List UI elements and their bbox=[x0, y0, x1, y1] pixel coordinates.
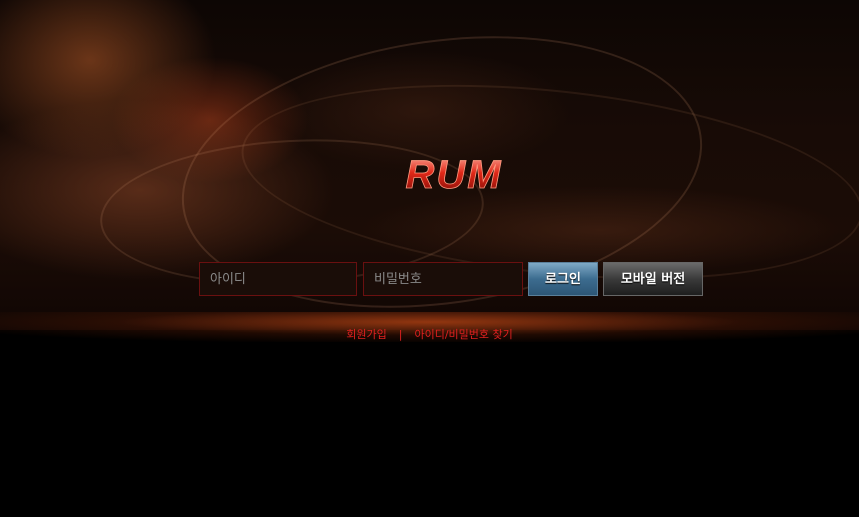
login-button[interactable]: 로그인 bbox=[528, 262, 598, 296]
signup-link[interactable]: 회원가입 bbox=[346, 328, 386, 341]
rum-logo: RUM bbox=[405, 154, 502, 196]
link-separator: | bbox=[398, 328, 403, 341]
id-input[interactable] bbox=[199, 262, 357, 296]
footer-links: 회원가입 | 아이디/비밀번호 찾기 bbox=[0, 326, 859, 342]
find-account-link[interactable]: 아이디/비밀번호 찾기 bbox=[414, 328, 512, 341]
password-input[interactable] bbox=[363, 262, 523, 296]
svg-text:RUM: RUM bbox=[405, 154, 502, 196]
mobile-version-button[interactable]: 모바일 버전 bbox=[603, 262, 703, 296]
